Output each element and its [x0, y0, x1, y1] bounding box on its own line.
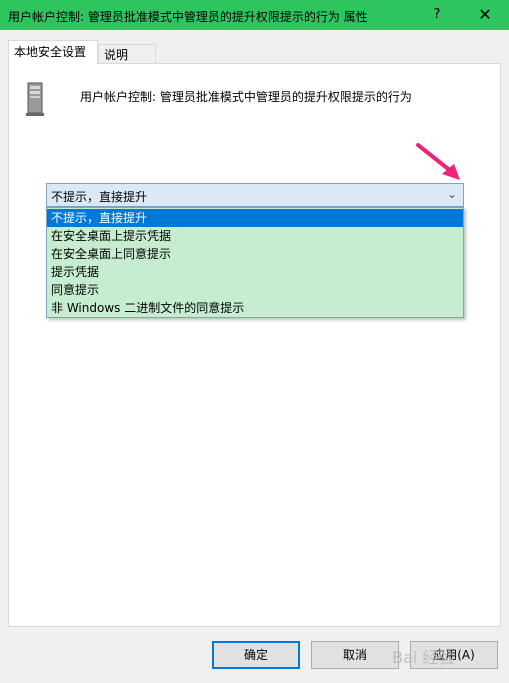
dropdown-selected-value: 不提示，直接提升	[51, 190, 148, 204]
tab-local-security-setting[interactable]: 本地安全设置	[8, 40, 98, 64]
chevron-down-icon[interactable]: ⌄	[447, 187, 457, 201]
dropdown-list: 不提示，直接提升 在安全桌面上提示凭据 在安全桌面上同意提示 提示凭据 同意提示…	[46, 207, 464, 318]
cancel-button[interactable]: 取消	[311, 641, 399, 669]
dropdown-option[interactable]: 在安全桌面上提示凭据	[47, 227, 463, 245]
close-button[interactable]: ✕	[462, 0, 508, 30]
help-button[interactable]: ?	[414, 0, 460, 30]
dropdown-option[interactable]: 在安全桌面上同意提示	[47, 245, 463, 263]
title-bar: 用户帐户控制: 管理员批准模式中管理员的提升权限提示的行为 属性 ? ✕	[0, 0, 509, 30]
window-title: 用户帐户控制: 管理员批准模式中管理员的提升权限提示的行为 属性	[8, 10, 368, 24]
behavior-dropdown[interactable]: 不提示，直接提升 ⌄	[46, 183, 464, 207]
watermark: Bai 经验	[392, 648, 455, 667]
annotation-arrow-icon	[416, 143, 460, 180]
dropdown-option[interactable]: 非 Windows 二进制文件的同意提示	[47, 299, 463, 317]
dropdown-option[interactable]: 不提示，直接提升	[47, 209, 463, 227]
tab-explain[interactable]: 说明	[98, 44, 156, 64]
policy-title: 用户帐户控制: 管理员批准模式中管理员的提升权限提示的行为	[80, 90, 412, 104]
ok-button[interactable]: 确定	[212, 641, 300, 669]
server-icon	[26, 82, 44, 116]
dropdown-option[interactable]: 提示凭据	[47, 263, 463, 281]
dropdown-option[interactable]: 同意提示	[47, 281, 463, 299]
